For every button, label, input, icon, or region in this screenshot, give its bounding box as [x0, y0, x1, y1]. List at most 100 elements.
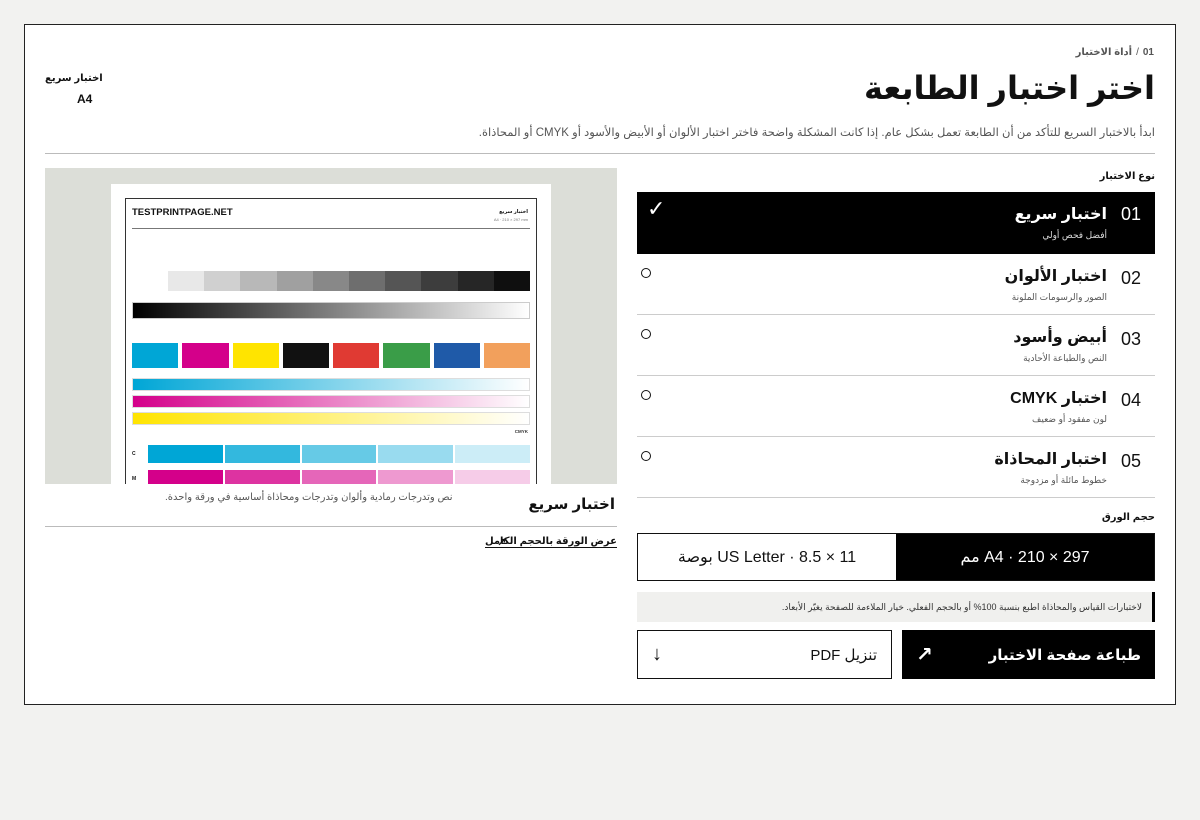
radio-empty-icon — [641, 329, 651, 339]
gray-step — [204, 271, 241, 291]
option-subtitle: الصور والرسومات الملونة — [1011, 292, 1107, 302]
tint-cell — [455, 470, 530, 484]
external-arrow-icon: ↗ — [916, 644, 933, 666]
gray-step — [276, 271, 313, 291]
gray-step — [349, 271, 386, 291]
color-swatch — [483, 343, 530, 368]
gray-step — [385, 271, 422, 291]
print-test-button[interactable]: طباعة صفحة الاختبار ↗ — [902, 630, 1155, 679]
option-number: 02 — [1120, 268, 1142, 288]
color-swatch — [232, 343, 279, 368]
option-subtitle: لون مفقود أو ضعيف — [1032, 414, 1107, 424]
option-number: 01 — [1120, 204, 1142, 224]
divider — [45, 153, 1155, 154]
tint-cell — [148, 445, 223, 463]
scale-note: لاختبارات القياس والمحاذاة اطبع بنسبة 10… — [637, 592, 1155, 622]
radio-empty-icon — [641, 268, 651, 278]
page-description: ابدأ بالاختبار السريع للتأكد من أن الطاب… — [478, 127, 1155, 139]
breadcrumb-tool: أداة الاختبار — [1075, 47, 1133, 58]
gray-step — [168, 271, 205, 291]
test-type-label: نوع الاختبار — [1099, 171, 1155, 182]
color-swatch — [282, 343, 329, 368]
preview-name: اختبار سريع — [528, 496, 615, 513]
tint-cell — [148, 470, 223, 484]
breadcrumb: 01/أداة الاختبار — [1076, 47, 1154, 58]
test-option-color[interactable]: 02 اختبار الألوان الصور والرسومات الملون… — [637, 254, 1155, 315]
download-pdf-button[interactable]: تنزيل PDF ↓ — [637, 630, 892, 679]
option-subtitle: أفضل فحص أولي — [1042, 230, 1107, 240]
tint-cell — [378, 445, 454, 463]
download-arrow-icon: ↓ — [652, 643, 662, 665]
tint-cell — [224, 445, 300, 463]
test-sheet: TESTPRINTPAGE.NET اختبار سريع A4 · 210 ×… — [111, 184, 551, 484]
tint-cell — [455, 445, 530, 463]
divider — [45, 526, 617, 527]
row-label-c: C — [132, 451, 136, 457]
preview-description: نص وتدرجات رمادية وألوان وتدرجات ومحاذاة… — [165, 492, 453, 503]
paper-size-toggle: A4 · 210 × 297 مم US Letter · 8.5 × 11 ب… — [637, 533, 1155, 581]
gray-step — [421, 271, 458, 291]
selection-summary: اختبار سريع A4 — [45, 73, 135, 106]
tint-cell — [301, 445, 377, 463]
app-frame: 01/أداة الاختبار اختر اختبار الطابعة ابد… — [24, 24, 1176, 705]
check-icon: ✓ — [647, 196, 666, 221]
test-option-bw[interactable]: 03 أبيض وأسود النص والطباعة الأحادية — [637, 315, 1155, 376]
gray-gradient — [132, 302, 530, 319]
option-subtitle: النص والطباعة الأحادية — [1023, 353, 1107, 363]
paper-letter-button[interactable]: US Letter · 8.5 × 11 بوصة — [638, 534, 896, 580]
test-option-quick[interactable]: 01 اختبار سريع أفضل فحص أولي ✓ — [637, 192, 1155, 254]
print-button-label: طباعة صفحة الاختبار — [988, 646, 1141, 664]
option-number: 04 — [1120, 390, 1142, 410]
option-number: 05 — [1120, 451, 1142, 471]
color-swatches — [132, 343, 530, 368]
gray-step — [240, 271, 277, 291]
tint-cell — [224, 470, 300, 484]
color-swatch — [132, 343, 179, 368]
radio-empty-icon — [641, 451, 651, 461]
action-row: طباعة صفحة الاختبار ↗ تنزيل PDF ↓ — [637, 630, 1155, 679]
cmyk-section-label: CMYK — [514, 429, 528, 434]
options-panel: نوع الاختبار 01 اختبار سريع أفضل فحص أول… — [637, 165, 1155, 679]
color-swatch — [433, 343, 480, 368]
color-swatch — [383, 343, 430, 368]
cyan-tints — [148, 445, 530, 463]
option-name: اختبار CMYK — [1010, 390, 1107, 407]
breadcrumb-separator: / — [1136, 47, 1139, 58]
cyan-gradient — [132, 378, 530, 391]
test-type-list: 01 اختبار سريع أفضل فحص أولي ✓ 02 اختبار… — [637, 192, 1155, 498]
gray-step — [493, 271, 531, 291]
color-swatch — [333, 343, 380, 368]
sheet-preview: TESTPRINTPAGE.NET اختبار سريع A4 · 210 ×… — [45, 168, 617, 484]
page-title: اختر اختبار الطابعة — [863, 70, 1155, 106]
summary-paper: A4 — [77, 92, 93, 106]
color-swatch — [182, 343, 229, 368]
magenta-tints — [148, 470, 530, 484]
gray-step — [457, 271, 494, 291]
test-sheet-border: TESTPRINTPAGE.NET اختبار سريع A4 · 210 ×… — [125, 198, 537, 484]
option-name: أبيض وأسود — [1013, 329, 1107, 346]
option-number: 03 — [1120, 329, 1142, 349]
external-link-icon: ↗ — [497, 537, 507, 549]
sheet-title: اختبار سريع — [499, 209, 528, 215]
sheet-size: A4 · 210 × 297 mm — [493, 217, 528, 222]
summary-test: اختبار سريع — [45, 73, 103, 84]
grayscale-steps — [168, 271, 531, 291]
test-option-cmyk[interactable]: 04 اختبار CMYK لون مفقود أو ضعيف — [637, 376, 1155, 437]
tint-cell — [301, 470, 377, 484]
paper-size-label: حجم الورق — [1101, 512, 1155, 523]
yellow-gradient — [132, 412, 530, 425]
gray-step — [312, 271, 350, 291]
magenta-gradient — [132, 395, 530, 408]
option-subtitle: خطوط مائلة أو مزدوجة — [1020, 475, 1107, 485]
test-option-alignment[interactable]: 05 اختبار المحاذاة خطوط مائلة أو مزدوجة — [637, 437, 1155, 498]
option-name: اختبار سريع — [1014, 206, 1107, 223]
paper-a4-button[interactable]: A4 · 210 × 297 مم — [896, 534, 1154, 580]
download-button-label: تنزيل PDF — [810, 646, 877, 664]
option-name: اختبار المحاذاة — [994, 451, 1107, 468]
tint-cell — [378, 470, 454, 484]
sheet-brand: TESTPRINTPAGE.NET — [132, 207, 233, 218]
sheet-rule — [132, 228, 530, 229]
row-label-m: M — [132, 476, 137, 482]
option-name: اختبار الألوان — [1004, 268, 1107, 285]
radio-empty-icon — [641, 390, 651, 400]
